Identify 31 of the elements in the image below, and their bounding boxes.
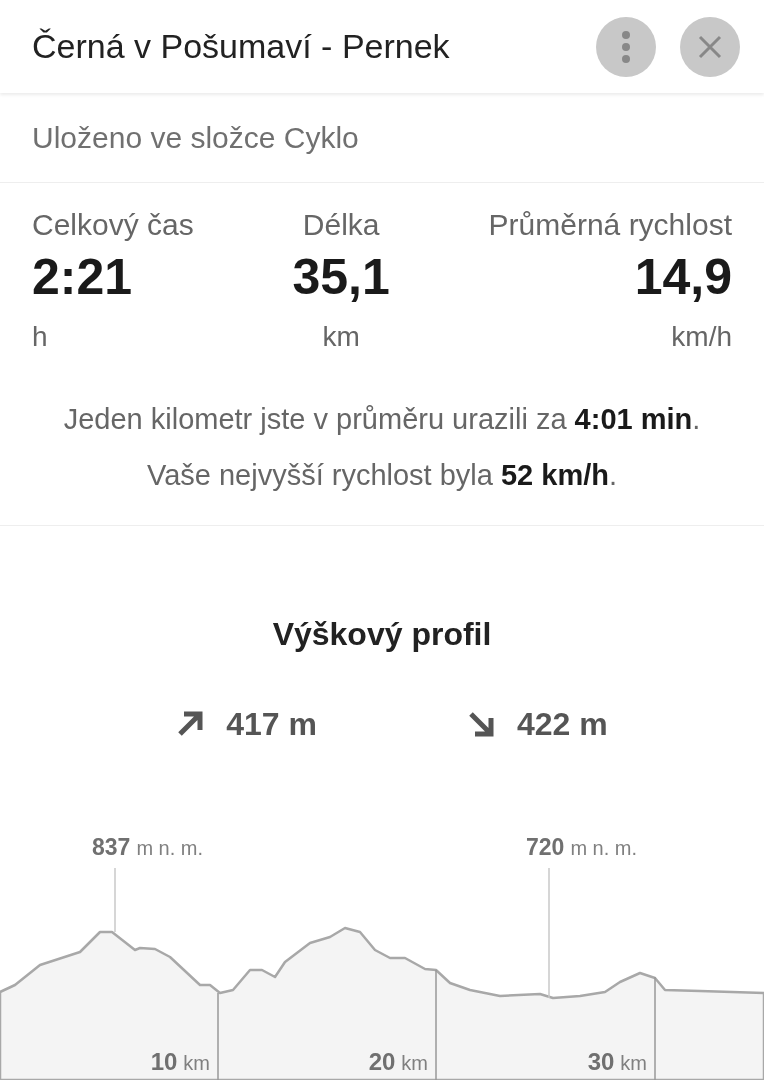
distance-value: 30: [587, 1047, 615, 1077]
stat-value: 2:21: [32, 248, 133, 307]
section-title: Výškový profil: [272, 615, 492, 654]
distance-unit: km: [183, 1051, 210, 1076]
summary-text: Jeden kilometr jste v průměru urazili za 4:01 min.: [63, 402, 701, 437]
stat-value: 35,1: [292, 248, 390, 307]
distance-value: 10: [150, 1047, 178, 1077]
elevation-value: 720: [526, 833, 565, 862]
stat-label: Celkový čas: [32, 207, 194, 243]
more-vertical-icon: [621, 30, 631, 63]
close-icon: [698, 34, 722, 59]
arrow-up-right-icon: [176, 710, 205, 738]
distance-unit: km: [401, 1051, 428, 1076]
descent-value: 422 m: [517, 705, 608, 744]
stat-unit: h: [32, 320, 48, 354]
elevation-value: 837: [92, 833, 131, 862]
stat-value: 14,9: [634, 248, 732, 307]
ascent-value: 417 m: [226, 705, 317, 744]
arrow-down-right-icon: [467, 710, 495, 738]
stat-unit: km: [322, 320, 360, 354]
elevation-unit: m n. m.: [570, 836, 638, 861]
summary-text: Vaše nejvyšší rychlost byla 52 km/h.: [146, 458, 618, 493]
stat-unit: km/h: [671, 320, 732, 354]
leader-line: [114, 867, 116, 933]
page-title: Černá v Pošumaví - Pernek: [32, 26, 451, 67]
folder-note: Uloženo ve složce Cyklo: [32, 120, 359, 156]
stat-label: Délka: [302, 207, 380, 243]
stat-label: Průměrná rychlost: [488, 207, 732, 243]
distance-unit: km: [620, 1051, 647, 1076]
distance-value: 20: [368, 1047, 396, 1077]
elevation-unit: m n. m.: [136, 836, 204, 861]
